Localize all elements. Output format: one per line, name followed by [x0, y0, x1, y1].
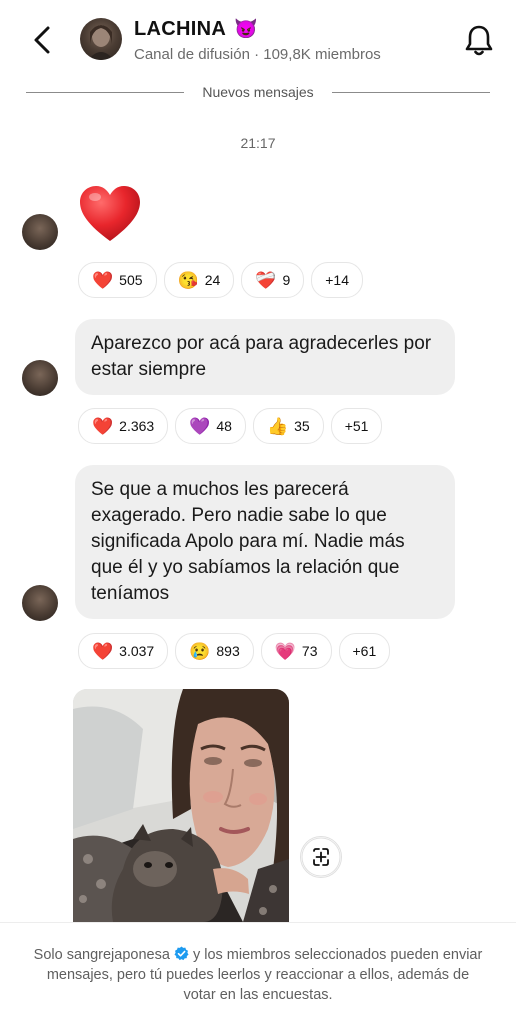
reaction-count: 24	[204, 272, 221, 288]
reaction-count: 893	[216, 643, 240, 659]
channel-subtitle: Canal de difusión · 109,8K miembros	[134, 46, 381, 63]
reactions-row: ❤️ 3.037 😢 893 💗 73 +61	[78, 633, 391, 669]
read-only-notice-text: Solo sangrejaponesa y los miembros selec…	[30, 945, 486, 1005]
pink-heart-reaction-icon: 💗	[274, 641, 296, 661]
more-reactions-count: +51	[344, 418, 369, 434]
reaction-chip[interactable]: 💗 73	[260, 633, 332, 669]
crying-face-reaction-icon: 😢	[189, 641, 211, 661]
sender-avatar	[22, 585, 58, 621]
channel-emoji: 😈	[234, 19, 259, 40]
reaction-count: 505	[119, 272, 143, 288]
message-bubble[interactable]: Se que a muchos les parecerá exagerado. …	[75, 465, 455, 619]
channel-header: LACHINA 😈 Canal de difusión · 109,8K mie…	[0, 0, 516, 80]
bell-icon[interactable]	[462, 22, 496, 58]
reaction-count: 9	[282, 272, 291, 288]
read-only-notice: Solo sangrejaponesa y los miembros selec…	[0, 922, 516, 1025]
sender-avatar	[22, 214, 58, 250]
reaction-chip[interactable]: ❤️‍🩹 9	[241, 262, 305, 298]
sender-avatar	[22, 360, 58, 396]
purple-heart-reaction-icon: 💜	[189, 416, 211, 436]
reaction-count: 35	[294, 418, 310, 434]
reaction-chip[interactable]: ❤️ 2.363	[78, 408, 169, 444]
message-bubble[interactable]: Aparezco por acá para agradecerles por e…	[75, 319, 455, 395]
reaction-chip[interactable]: 😘 24	[163, 262, 235, 298]
admin-username: Solo sangrejaponesa	[33, 947, 170, 963]
reactions-row: ❤️ 2.363 💜 48 👍 35 +51	[78, 408, 383, 444]
more-reactions-count: +61	[352, 643, 377, 659]
more-reactions-count: +14	[325, 272, 349, 288]
reactions-row: ❤️ 505 😘 24 ❤️‍🩹 9 +14	[78, 262, 363, 298]
reaction-chip[interactable]: 👍 35	[252, 408, 324, 444]
reaction-count: 48	[216, 418, 232, 434]
channel-name: LACHINA	[134, 17, 227, 40]
heart-reaction-icon: ❤️	[92, 270, 114, 290]
channel-avatar[interactable]	[80, 18, 122, 60]
heart-reaction-icon: ❤️	[92, 416, 114, 436]
more-reactions-chip[interactable]: +51	[330, 408, 383, 444]
mending-heart-reaction-icon: ❤️‍🩹	[255, 270, 277, 290]
thumbs-up-reaction-icon: 👍	[266, 416, 289, 436]
verified-badge-icon	[174, 946, 189, 961]
reaction-chip[interactable]: ❤️ 3.037	[78, 633, 169, 669]
more-reactions-chip[interactable]: +14	[311, 262, 363, 298]
back-arrow-icon[interactable]	[28, 22, 58, 58]
channel-title[interactable]: LACHINA 😈	[134, 17, 258, 41]
reaction-chip[interactable]: 😢 893	[175, 633, 254, 669]
reaction-count: 2.363	[119, 418, 155, 434]
reaction-count: 73	[301, 643, 318, 659]
reaction-count: 3.037	[119, 643, 155, 659]
kiss-face-reaction-icon: 😘	[177, 270, 199, 290]
more-reactions-chip[interactable]: +61	[338, 633, 391, 669]
heart-reaction-icon: ❤️	[92, 641, 114, 661]
heart-emoji-message[interactable]	[78, 183, 142, 247]
reaction-chip[interactable]: 💜 48	[175, 408, 246, 444]
new-messages-divider: Nuevos mensajes	[26, 84, 490, 100]
reaction-chip[interactable]: ❤️ 505	[78, 262, 157, 298]
photo-message[interactable]	[73, 689, 289, 922]
message-timestamp: 21:17	[240, 135, 276, 151]
forward-icon[interactable]	[300, 836, 342, 878]
